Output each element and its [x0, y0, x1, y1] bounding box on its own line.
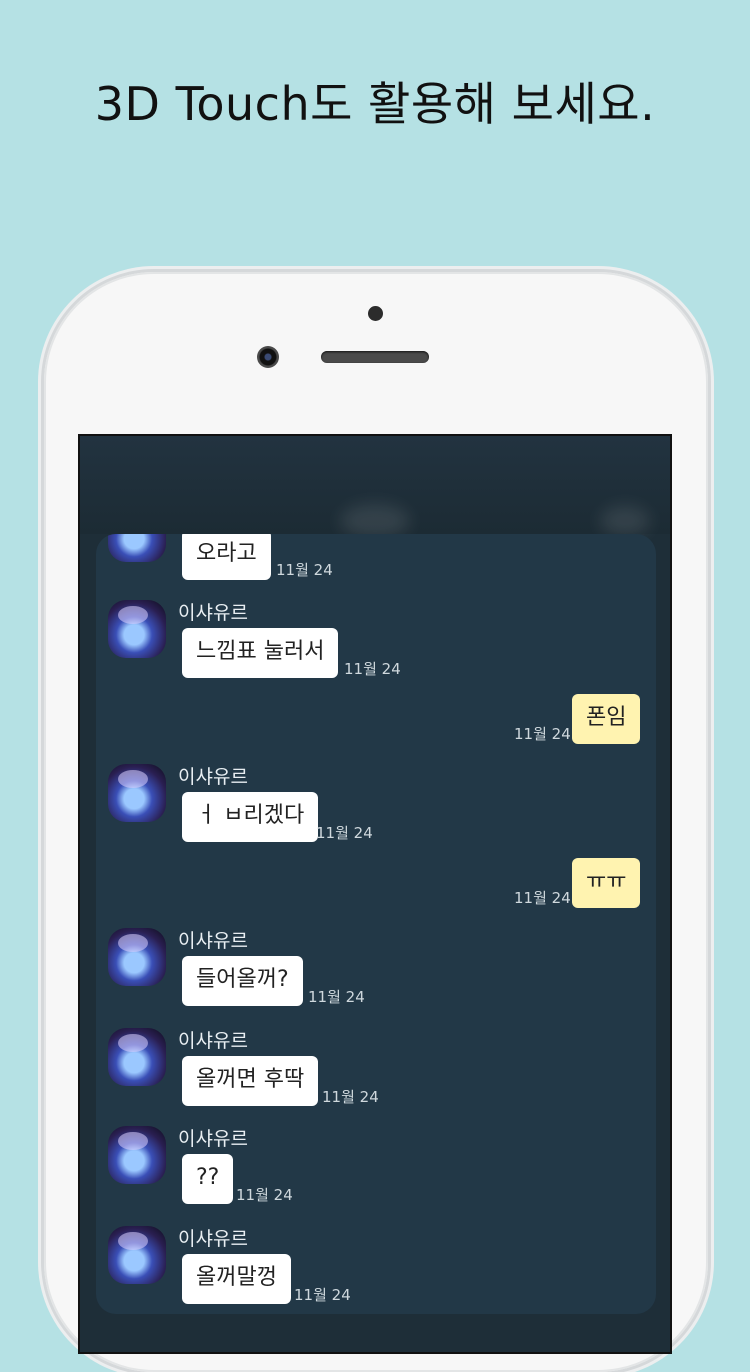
chat-peek-preview[interactable]: 오라고 11월 24 이샤유르 느낌표 눌러서 11월 24 11월 24 폰임… — [96, 534, 656, 1314]
avatar[interactable] — [108, 600, 166, 658]
message-bubble[interactable]: 느낌표 눌러서 — [182, 628, 339, 678]
message-time: 11월 24 — [236, 1186, 293, 1204]
avatar[interactable] — [108, 1226, 166, 1284]
message-time: 11월 24 — [322, 1088, 379, 1106]
avatar[interactable] — [108, 1126, 166, 1184]
sender-name: 이샤유르 — [178, 766, 248, 788]
avatar[interactable] — [108, 764, 166, 822]
proximity-sensor — [368, 306, 383, 321]
avatar[interactable] — [108, 534, 166, 562]
sender-name: 이샤유르 — [178, 1228, 248, 1250]
avatar[interactable] — [108, 1028, 166, 1086]
sender-name: 이샤유르 — [178, 602, 248, 624]
message-time: 11월 24 — [316, 824, 373, 842]
message-time: 11월 24 — [514, 725, 571, 743]
avatar[interactable] — [108, 928, 166, 986]
sender-name: 이샤유르 — [178, 1128, 248, 1150]
blurred-header — [80, 436, 670, 538]
message-bubble[interactable]: 올꺼면 후딱 — [182, 1056, 319, 1106]
message-time: 11월 24 — [514, 889, 571, 907]
message-bubble[interactable]: 올꺼말껑 — [182, 1254, 291, 1304]
message-time: 11월 24 — [294, 1286, 351, 1304]
sender-name: 이샤유르 — [178, 930, 248, 952]
sender-name: 이샤유르 — [178, 1030, 248, 1052]
earpiece-speaker — [321, 351, 429, 363]
phone-screen: 오라고 11월 24 이샤유르 느낌표 눌러서 11월 24 11월 24 폰임… — [78, 434, 672, 1354]
message-bubble[interactable]: ㅓ ㅂ리겠다 — [182, 792, 319, 842]
message-bubble[interactable]: ?? — [182, 1154, 234, 1204]
front-camera-icon — [257, 346, 279, 368]
message-time: 11월 24 — [344, 660, 401, 678]
message-bubble[interactable]: 들어올꺼? — [182, 956, 303, 1006]
headline: 3D Touch도 활용해 보세요. — [94, 77, 656, 131]
message-bubble[interactable]: ㅠㅠ — [572, 858, 641, 908]
message-time: 11월 24 — [276, 561, 333, 579]
message-time: 11월 24 — [308, 988, 365, 1006]
message-bubble[interactable]: 오라고 — [182, 534, 271, 580]
message-bubble[interactable]: 폰임 — [572, 694, 641, 744]
